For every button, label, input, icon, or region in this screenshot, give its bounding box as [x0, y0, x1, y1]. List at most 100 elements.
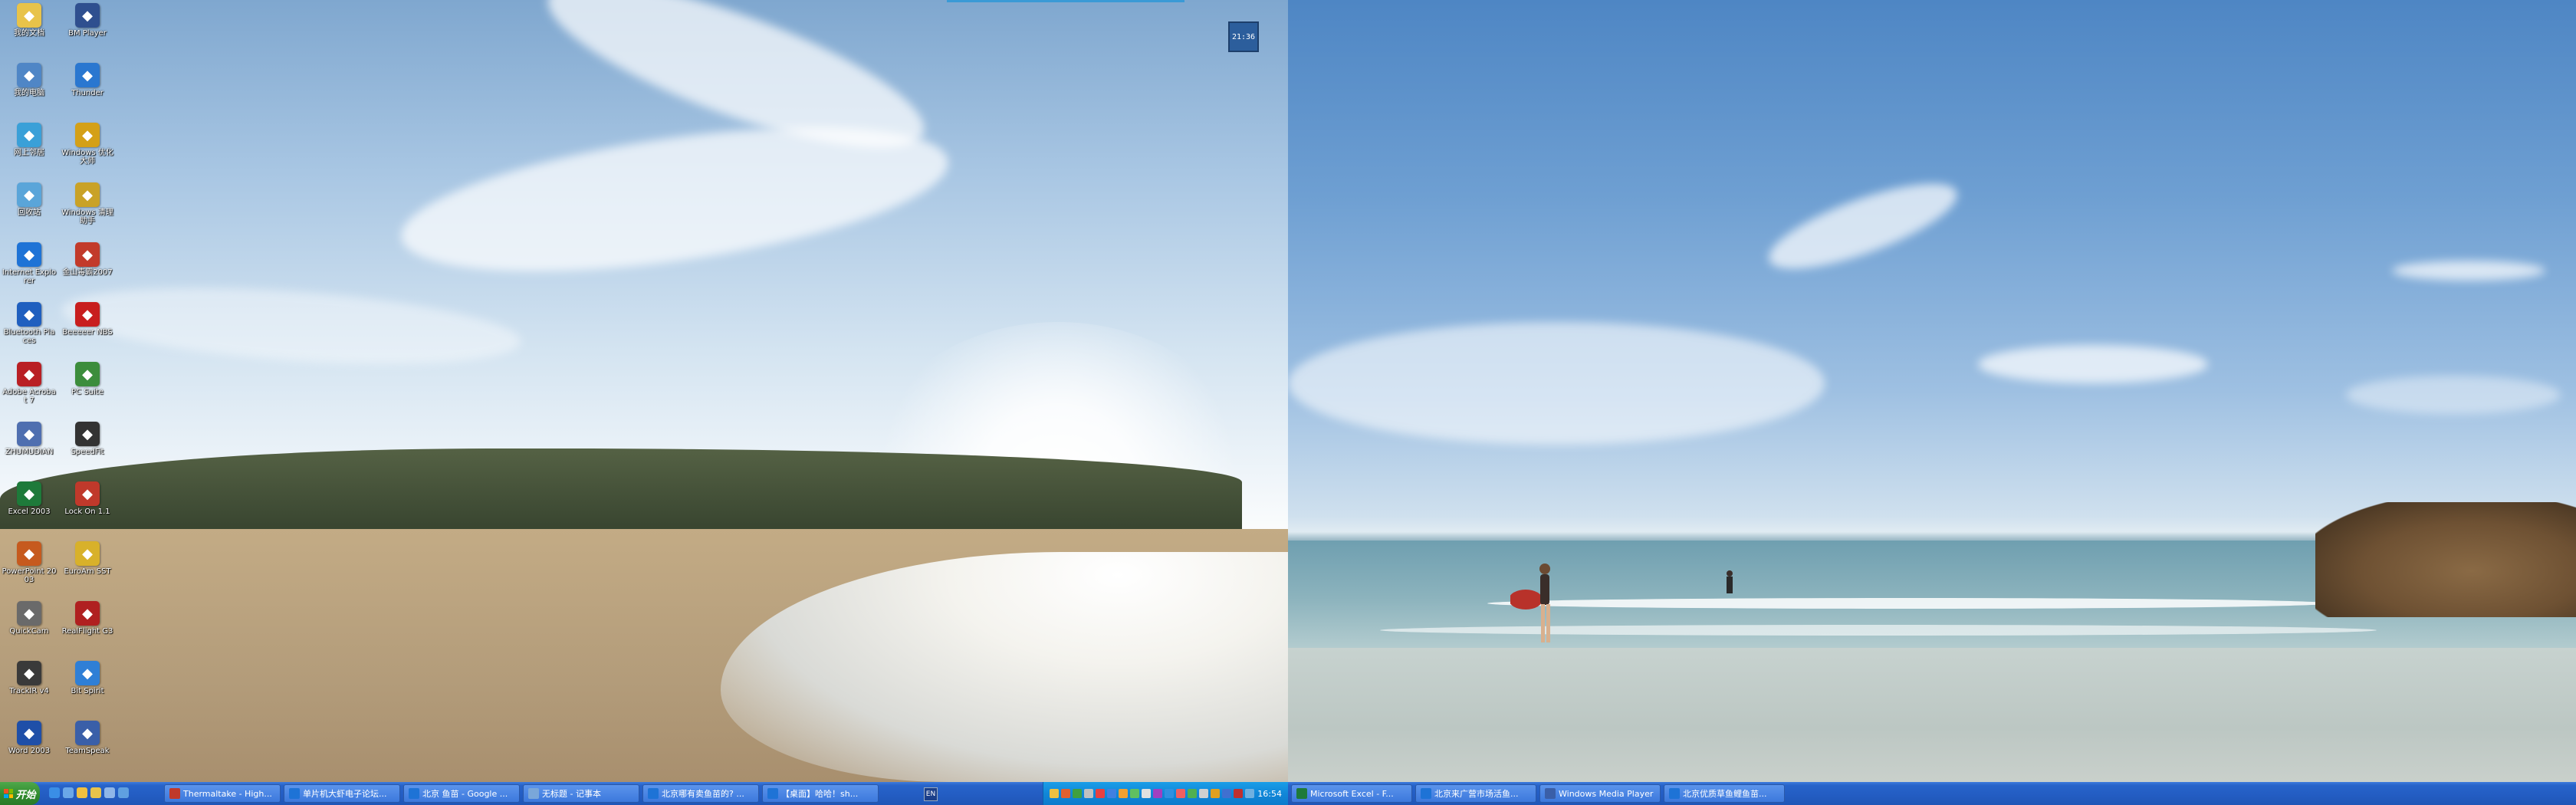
desktop-icon[interactable]: ◆ 网上邻居: [2, 123, 57, 157]
tray-app-icon[interactable]: [1176, 789, 1185, 798]
desktop-icon-label: TrackIR v4: [9, 687, 49, 695]
computer-icon: ◆: [17, 63, 41, 87]
desktop-icon[interactable]: ◆ PowerPoint 2003: [2, 541, 57, 584]
start-label: 开始: [15, 789, 36, 801]
taskbar-window-label: 北京 鱼苗 - Google ...: [422, 789, 508, 799]
ie-icon[interactable]: [49, 787, 60, 798]
rock-jetty: [2315, 502, 2576, 617]
surfer-figure: [1510, 564, 1550, 642]
taskbar-window-button[interactable]: Windows Media Player: [1539, 784, 1661, 803]
cloud: [1288, 322, 1825, 445]
taskbar-window-label: Thermaltake - High...: [183, 788, 272, 799]
desktop-icon[interactable]: ◆ 金山毒霸2007: [60, 242, 115, 277]
taskbar-window-button[interactable]: 无标题 - 记事本: [523, 784, 639, 803]
tray-app-icon[interactable]: [1107, 789, 1116, 798]
taskbar-window-label: 【桌面】哈哈！sh...: [781, 789, 859, 799]
tray-icons: [1050, 789, 1254, 798]
desktop-icon[interactable]: ◆ RealFlight G3: [60, 601, 115, 636]
taskbar-window-button[interactable]: 北京优质草鱼鲤鱼苗...: [1664, 784, 1785, 803]
cloud: [2346, 376, 2561, 414]
tray-app-icon[interactable]: [1211, 789, 1220, 798]
taskbar-window-button[interactable]: 单片机大虾电子论坛...: [284, 784, 400, 803]
tray-app-icon[interactable]: [1130, 789, 1139, 798]
taskbar-window-button[interactable]: 北京来广营市场活鱼...: [1415, 784, 1536, 803]
language-indicator[interactable]: EN: [924, 787, 938, 801]
tray-app-icon[interactable]: [1084, 789, 1093, 798]
desktop-icon-label: 网上邻居: [14, 149, 44, 157]
taskbar-window-button[interactable]: 【桌面】哈哈！sh...: [762, 784, 879, 803]
tray-app-icon[interactable]: [1073, 789, 1082, 798]
tray-app-icon[interactable]: [1153, 789, 1162, 798]
pc-suite-icon: ◆: [75, 362, 100, 386]
taskbar-clock[interactable]: 16:54: [1257, 789, 1282, 799]
desktop-icon[interactable]: ◆ Lock On 1.1: [60, 481, 115, 516]
tray-app-icon[interactable]: [1234, 789, 1243, 798]
desktop-icon-label: Bluetooth Places: [3, 328, 55, 345]
desktop-icon-label: Excel 2003: [8, 508, 51, 516]
desktop-icon[interactable]: ◆ Windows 清理助手: [60, 182, 115, 225]
cloud: [2392, 261, 2545, 281]
taskbar-window-button[interactable]: 北京哪有卖鱼苗的? ...: [642, 784, 759, 803]
desktop-icon[interactable]: ◆ Bluetooth Places: [2, 302, 57, 345]
desktop-icon[interactable]: ◆ SpeedFit: [60, 422, 115, 456]
speed-icon: ◆: [75, 422, 100, 446]
windows-flag-icon: [4, 789, 14, 798]
desktop-icon[interactable]: ◆ QuickCam: [2, 601, 57, 636]
tray-app-icon[interactable]: [1222, 789, 1231, 798]
desktop-icon[interactable]: ◆ Windows 优化大师: [60, 123, 115, 166]
tray-app-icon[interactable]: [1096, 789, 1105, 798]
tray-app-icon[interactable]: [1142, 789, 1151, 798]
tray-app-icon[interactable]: [1119, 789, 1128, 798]
desktop-icon-label: RealFlight G3: [61, 627, 113, 636]
desktop-icon[interactable]: ◆ 我的文档: [2, 3, 57, 38]
desktop-icon[interactable]: [77, 787, 87, 798]
clock-widget[interactable]: 21:36: [1228, 21, 1259, 52]
tray-app-icon[interactable]: [1245, 789, 1254, 798]
app-icon[interactable]: [118, 787, 129, 798]
desktop-icon-label: ZHUMUDIAN: [5, 448, 54, 456]
window-icon[interactable]: [104, 787, 115, 798]
desktop-icon[interactable]: ◆ Word 2003: [2, 721, 57, 755]
tray-app-icon[interactable]: [1050, 789, 1059, 798]
right-monitor-wallpaper: [1288, 0, 2576, 782]
tray-app-icon[interactable]: [1165, 789, 1174, 798]
tray-app-icon[interactable]: [1061, 789, 1070, 798]
tray-app-icon[interactable]: [1188, 789, 1197, 798]
desktop-icon-label: BM Player: [68, 29, 107, 38]
desktop-icon[interactable]: ◆ Internet Explorer: [2, 242, 57, 285]
lock-on-icon: ◆: [75, 481, 100, 506]
quick-launch-bar: [49, 787, 129, 800]
thunder-icon: ◆: [75, 63, 100, 87]
system-tray: 16:54: [1043, 782, 1288, 805]
folder-icon[interactable]: [90, 787, 101, 798]
desktop-icon-label: 回收站: [18, 209, 41, 217]
trackir-icon: ◆: [17, 661, 41, 685]
desktop-icon[interactable]: ◆ TeamSpeak: [60, 721, 115, 755]
desktop-icon[interactable]: ◆ TrackIR v4: [2, 661, 57, 695]
taskbar-window-label: 无标题 - 记事本: [542, 789, 601, 799]
taskbar-window-button[interactable]: Microsoft Excel - F...: [1291, 784, 1412, 803]
desktop-icon[interactable]: ◆ ZHUMUDIAN: [2, 422, 57, 456]
desktop-icon[interactable]: ◆ Bit Spirit: [60, 661, 115, 695]
desktop-icon[interactable]: ◆ EuroAm SST: [60, 541, 115, 576]
desktop-icon[interactable]: ◆ 回收站: [2, 182, 57, 217]
desktop-icon-label: SpeedFit: [71, 448, 104, 456]
desktop-icon[interactable]: ◆ Adobe Acrobat 7: [2, 362, 57, 405]
taskbar-window-button[interactable]: Thermaltake - High...: [164, 784, 281, 803]
media-icon[interactable]: [63, 787, 74, 798]
desktop-icon-label: Lock On 1.1: [64, 508, 110, 516]
start-button[interactable]: 开始: [0, 782, 40, 805]
media-player-icon: ◆: [75, 3, 100, 28]
desktop-icon[interactable]: ◆ Thunder: [60, 63, 115, 97]
desktop-icon[interactable]: ◆ Beeeeer NBS: [60, 302, 115, 337]
tray-app-icon[interactable]: [1199, 789, 1208, 798]
desktop-icon[interactable]: ◆ PC Suite: [60, 362, 115, 396]
desktop-icon[interactable]: ◆ 我的电脑: [2, 63, 57, 97]
desktop-icon[interactable]: ◆ BM Player: [60, 3, 115, 38]
taskbar-window-label: Windows Media Player: [1559, 788, 1654, 799]
desktop-icon[interactable]: ◆ Excel 2003: [2, 481, 57, 516]
taskbar-window-label: 北京优质草鱼鲤鱼苗...: [1683, 789, 1767, 799]
desktop-icon-label: PC Suite: [71, 388, 104, 396]
taskbar-window-button[interactable]: 北京 鱼苗 - Google ...: [403, 784, 520, 803]
desktop-icon-label: QuickCam: [9, 627, 49, 636]
